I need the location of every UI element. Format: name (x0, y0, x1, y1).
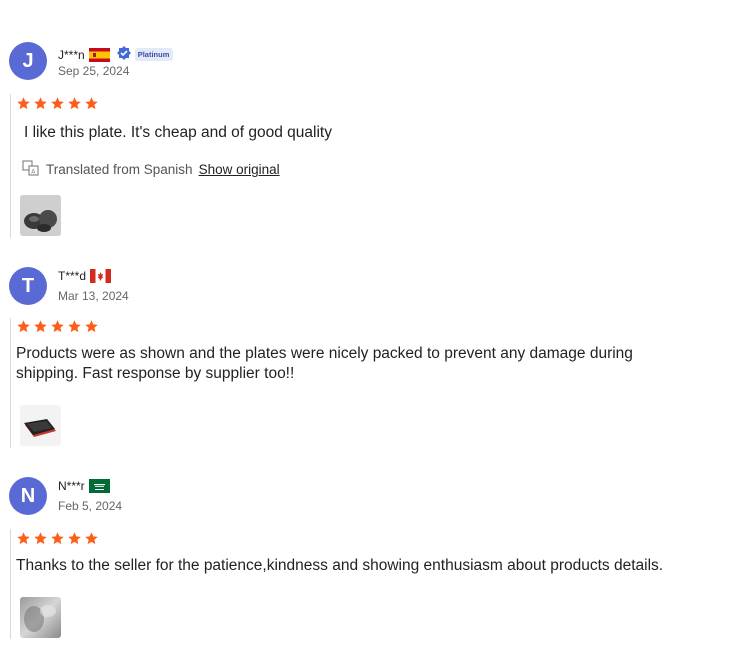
star-icon (85, 320, 98, 333)
star-icon (85, 97, 98, 110)
star-icon (51, 320, 64, 333)
star-icon (85, 532, 98, 545)
reviewer-name-row: N***r (58, 479, 110, 493)
reviewer-name: J***n (58, 47, 85, 62)
canada-flag-icon (90, 269, 112, 283)
show-original-link[interactable]: Show original (199, 162, 280, 177)
reviewer-name-row: T***d (58, 269, 112, 283)
translated-from-label: Translated from Spanish (46, 162, 193, 177)
spain-flag-icon (88, 47, 110, 62)
star-rating (16, 319, 99, 334)
translation-note: A Translated from Spanish Show original (22, 160, 280, 179)
divider (10, 318, 11, 448)
star-icon (34, 320, 47, 333)
review-photo-thumbnail[interactable] (20, 597, 61, 638)
star-icon (51, 97, 64, 110)
review-text: I like this plate. It's cheap and of goo… (24, 124, 332, 141)
platinum-badge: Platinum (116, 45, 174, 64)
review-date: Mar 13, 2024 (58, 289, 129, 303)
review-date: Feb 5, 2024 (58, 499, 123, 513)
review-date: Sep 25, 2024 (58, 64, 130, 78)
divider (10, 94, 11, 238)
reviewer-name: T***d (58, 269, 87, 283)
reviewer-name: N***r (58, 479, 85, 493)
avatar: T (9, 267, 47, 305)
translate-icon: A (22, 160, 40, 179)
star-rating (16, 531, 99, 546)
saudi-arabia-flag-icon (88, 479, 110, 493)
star-icon (34, 532, 47, 545)
star-icon (17, 532, 30, 545)
review-photo-thumbnail[interactable] (20, 195, 61, 236)
star-icon (51, 532, 64, 545)
avatar: N (9, 477, 47, 515)
divider (10, 529, 11, 639)
star-icon (17, 320, 30, 333)
star-icon (17, 97, 30, 110)
avatar: J (9, 42, 47, 80)
review-text: Products were as shown and the plates we… (16, 345, 633, 382)
star-icon (68, 320, 81, 333)
verified-badge-icon (116, 45, 132, 64)
star-rating (16, 96, 99, 111)
review-text: Thanks to the seller for the patience,ki… (16, 557, 664, 574)
reviewer-name-row: J***n Platinum (58, 45, 174, 64)
star-icon (34, 97, 47, 110)
star-icon (68, 532, 81, 545)
badge-label: Platinum (134, 48, 174, 61)
review-photo-thumbnail[interactable] (20, 405, 61, 446)
star-icon (68, 97, 81, 110)
